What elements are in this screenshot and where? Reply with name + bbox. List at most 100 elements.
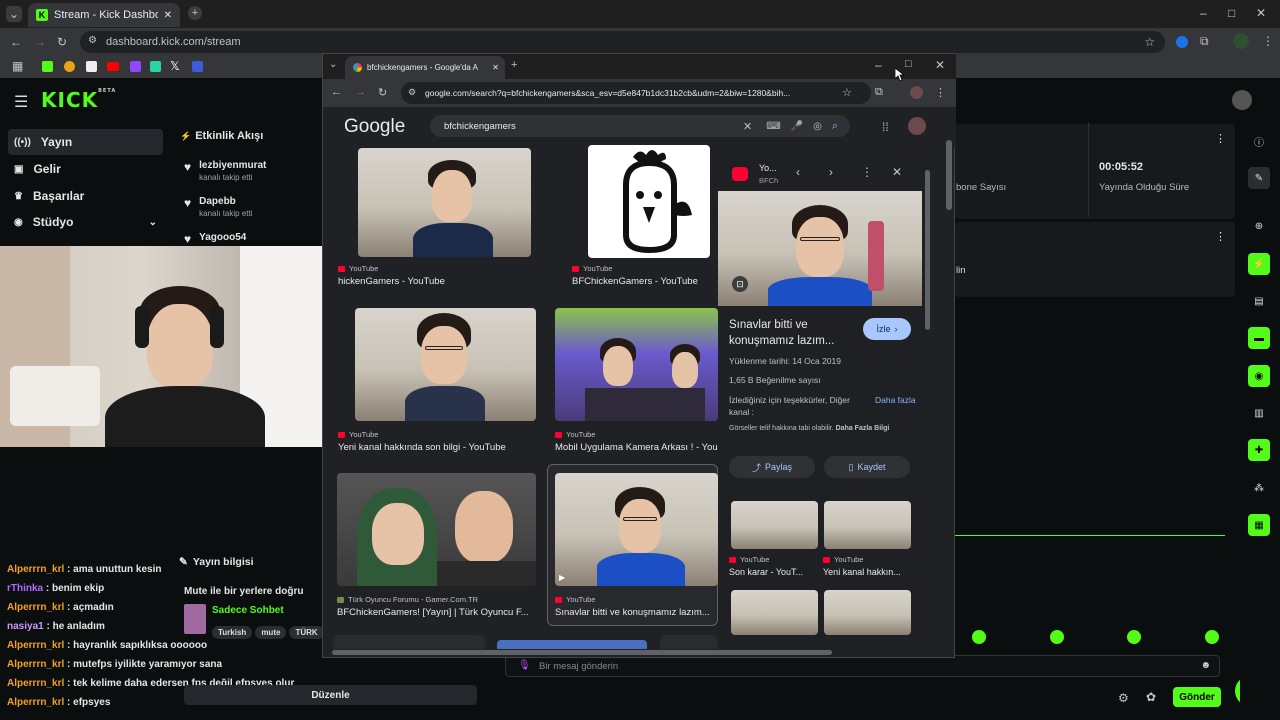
- result-thumbnail-partial[interactable]: [333, 635, 485, 649]
- tab-close-icon[interactable]: ✕: [492, 63, 499, 72]
- lens-search-icon[interactable]: ⊡: [732, 276, 748, 292]
- chat-username[interactable]: Alperrrn_krl: [7, 602, 64, 613]
- lens-icon[interactable]: ◎: [813, 121, 822, 132]
- reload-icon[interactable]: ↻: [378, 86, 387, 99]
- sidebar-item-studyo[interactable]: ◉ Stüdyo ⌄: [8, 209, 163, 235]
- next-arrow-icon[interactable]: ›: [829, 165, 833, 179]
- user-avatar[interactable]: [1232, 90, 1252, 110]
- clapper-icon[interactable]: ▦: [1248, 514, 1270, 536]
- result-title[interactable]: BFChickenGamers - YouTube: [572, 276, 698, 287]
- more-options-icon[interactable]: ⋮: [1215, 230, 1226, 243]
- result-thumbnail-partial[interactable]: [660, 635, 718, 649]
- send-button[interactable]: Gönder: [1173, 687, 1221, 707]
- maximize-icon[interactable]: □: [1228, 6, 1235, 20]
- result-title[interactable]: Sınavlar bitti ve konuşmamız lazım...: [555, 607, 715, 618]
- chat-username[interactable]: Alperrrn_krl: [7, 640, 64, 651]
- keyboard-icon[interactable]: ⌨: [766, 121, 780, 132]
- bookmark-twitch-icon[interactable]: [130, 61, 141, 72]
- chat-input[interactable]: 🎙 Bir mesaj gönderin ☻: [505, 655, 1220, 677]
- minimize-icon[interactable]: –: [1200, 6, 1207, 20]
- related-thumbnail[interactable]: [824, 501, 911, 549]
- bookmark-2-icon[interactable]: [86, 61, 97, 72]
- bookmark-3-icon[interactable]: [150, 61, 161, 72]
- bookmark-star-icon[interactable]: ☆: [1144, 35, 1155, 49]
- bookmark-youtube-icon[interactable]: [107, 62, 119, 71]
- tag[interactable]: mute: [255, 626, 287, 639]
- sidebar-item-basarilar[interactable]: ♛ Başarılar: [8, 183, 163, 209]
- back-icon[interactable]: ←: [10, 35, 22, 49]
- edit-button[interactable]: Düzenle: [184, 685, 477, 705]
- clipboard-icon[interactable]: ▤: [1248, 290, 1270, 312]
- tab-search-icon[interactable]: ⌄: [6, 6, 22, 22]
- share-button[interactable]: ⤴ Paylaş: [729, 456, 815, 478]
- new-tab-icon[interactable]: +: [511, 59, 517, 71]
- forward-icon[interactable]: →: [34, 35, 46, 49]
- settings-gear-icon[interactable]: ⚙: [1118, 691, 1129, 705]
- result-thumbnail[interactable]: ▶: [555, 473, 718, 586]
- google-search-box[interactable]: bfchickengamers ✕ ⌨ 🎤 ◎ ⌕: [430, 115, 850, 137]
- chat-username[interactable]: Alperrrn_krl: [7, 697, 64, 708]
- maximize-icon[interactable]: □: [905, 58, 912, 70]
- panel-preview-image[interactable]: ⊡: [718, 191, 922, 306]
- edit-pencil-icon[interactable]: ✎: [1248, 167, 1270, 189]
- close-window-icon[interactable]: ✕: [1256, 6, 1266, 20]
- bot-icon[interactable]: ✿: [1146, 690, 1156, 704]
- close-panel-icon[interactable]: ✕: [892, 165, 902, 179]
- chat-username[interactable]: Alperrrn_krl: [7, 678, 64, 689]
- chat-username[interactable]: rThinka: [7, 583, 43, 594]
- emote-2-icon[interactable]: [1050, 630, 1064, 644]
- extensions-puzzle-icon[interactable]: ⧉: [1200, 34, 1209, 49]
- emote-3-icon[interactable]: [1127, 630, 1141, 644]
- emote-4-icon[interactable]: [1205, 630, 1219, 644]
- result-thumbnail[interactable]: [358, 148, 531, 257]
- emote-1-icon[interactable]: [972, 630, 986, 644]
- site-info-icon[interactable]: ⚙: [408, 87, 416, 98]
- share-nodes-icon[interactable]: ⁂: [1248, 477, 1270, 499]
- microphone-icon[interactable]: 🎤: [791, 121, 803, 132]
- clear-search-icon[interactable]: ✕: [743, 120, 752, 133]
- related-title[interactable]: Yeni kanal hakkın...: [823, 567, 901, 577]
- watch-button[interactable]: İzle ›: [863, 318, 911, 340]
- related-title[interactable]: Son karar - YouT...: [729, 567, 803, 577]
- browser-tab-kick[interactable]: K Stream - Kick Dashboard ✕: [28, 3, 180, 27]
- broadcast-rail-icon[interactable]: ◉: [1248, 365, 1270, 387]
- google-tab[interactable]: bfchickengamers - Google'da A ✕: [345, 56, 505, 79]
- sidebar-item-gelir[interactable]: ▣ Gelir: [8, 156, 163, 182]
- tag[interactable]: TÜRK: [289, 626, 322, 639]
- activity-user[interactable]: Yagooo54: [199, 232, 246, 243]
- panel-source-name[interactable]: Yo...: [759, 163, 777, 173]
- bookmark-x-icon[interactable]: 𝕏: [170, 59, 180, 73]
- bookmark-1-icon[interactable]: [64, 61, 75, 72]
- related-thumbnail[interactable]: [731, 590, 818, 635]
- result-title[interactable]: Yeni kanal hakkında son bilgi - YouTube: [338, 442, 506, 453]
- back-icon[interactable]: ←: [331, 86, 342, 98]
- hamburger-menu-icon[interactable]: ☰: [14, 92, 28, 112]
- google-profile-avatar[interactable]: [908, 117, 926, 135]
- google-apps-icon[interactable]: ⁞⁞: [882, 120, 889, 134]
- save-button[interactable]: ▯ Kaydet: [824, 456, 910, 478]
- extension-icon[interactable]: [1176, 36, 1188, 48]
- bookmark-4-icon[interactable]: [192, 61, 203, 72]
- activity-user[interactable]: lezbiyenmurat: [199, 160, 266, 171]
- chat-bubble-icon[interactable]: ▬: [1248, 327, 1270, 349]
- menu-dots-icon[interactable]: ⋮: [935, 86, 946, 99]
- address-bar[interactable]: ⚙ dashboard.kick.com/stream ☆: [80, 31, 1165, 53]
- chat-username[interactable]: nasiya1: [7, 621, 44, 632]
- more-options-icon[interactable]: ⋮: [1215, 132, 1226, 145]
- result-title[interactable]: BFChickenGamers! [Yayın] | Türk Oyuncu F…: [337, 607, 529, 618]
- close-window-icon[interactable]: ✕: [935, 58, 945, 72]
- search-icon[interactable]: ⌕: [832, 120, 838, 133]
- menu-dots-icon[interactable]: ⋮: [1262, 34, 1274, 48]
- apps-grid-icon[interactable]: ▦: [12, 59, 23, 73]
- result-thumbnail[interactable]: [588, 145, 710, 258]
- related-thumbnail[interactable]: [731, 501, 818, 549]
- info-icon[interactable]: ⓘ: [1248, 130, 1270, 152]
- forward-icon[interactable]: →: [355, 86, 366, 98]
- lightning-icon[interactable]: ⚡: [1248, 253, 1270, 275]
- result-title[interactable]: hickenGamers - YouTube: [338, 276, 445, 287]
- target-icon[interactable]: ⊕: [1248, 215, 1270, 237]
- bookmark-kick-icon[interactable]: [42, 61, 53, 72]
- more-options-icon[interactable]: ⋮: [861, 165, 873, 179]
- prev-arrow-icon[interactable]: ‹: [796, 165, 800, 179]
- result-thumbnail-partial[interactable]: [497, 640, 647, 649]
